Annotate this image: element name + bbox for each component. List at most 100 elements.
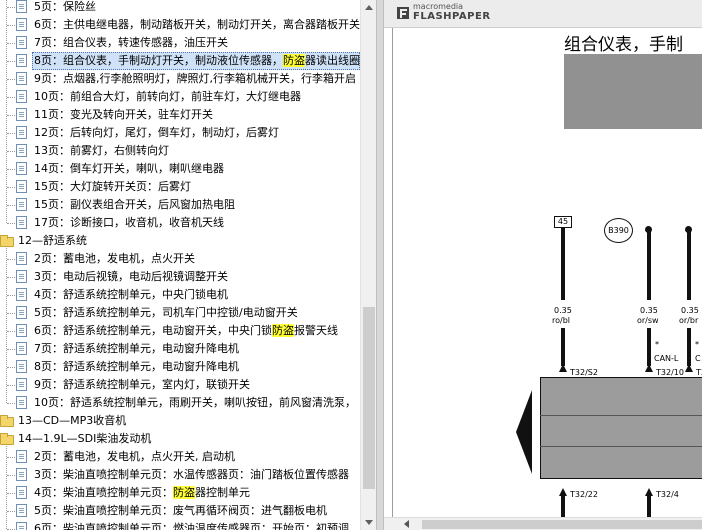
wire-2-lower bbox=[647, 328, 651, 366]
tree-item[interactable]: 15页：大灯旋转开关页：后雾灯 bbox=[0, 178, 360, 196]
tree-item-label: 15页：副仪表组合开关，后风窗加热电阻 bbox=[34, 196, 235, 214]
label-text: 2页：蓄电池，发电机，点火开关 bbox=[34, 252, 195, 265]
tree-item[interactable]: 5页：柴油直喷控制单元页：废气再循环阀页：进气翻板电机 bbox=[0, 502, 360, 520]
label-text: 4页：柴油直喷控制单元页： bbox=[34, 486, 173, 499]
tree-item[interactable]: 10页：舒适系统控制单元，雨刷开关，喇叭按钮，前风窗清洗泵， bbox=[0, 394, 360, 412]
label-text: 17页：诊断接口，收音机，收音机天线 bbox=[34, 216, 224, 229]
wire-2-upper bbox=[647, 230, 651, 300]
tree-item-label: 6页：柴油直喷控制单元页：燃油温度传感器页：开始页：初预调 bbox=[34, 520, 349, 530]
tree-item[interactable]: 4页：柴油直喷控制单元页：防盗器控制单元 bbox=[0, 484, 360, 502]
tree-connector bbox=[7, 475, 15, 476]
tree-item[interactable]: 7页：舒适系统控制单元，电动窗升降电机 bbox=[0, 340, 360, 358]
tree-item[interactable]: 6页：舒适系统控制单元，电动窗开关，中央门锁防盗报警天线 bbox=[0, 322, 360, 340]
page-icon bbox=[16, 108, 27, 121]
flashpaper-viewer: macromedia FLASHPAPER 组合仪表，手制 45 B390 0.… bbox=[384, 0, 702, 530]
folder-icon bbox=[0, 235, 14, 247]
tree-connector bbox=[7, 313, 15, 314]
wire-3-can: C bbox=[695, 354, 701, 363]
search-hit-highlight: 防盗 bbox=[272, 324, 294, 337]
label-text: 15页：大灯旋转开关页：后雾灯 bbox=[34, 180, 191, 193]
page-icon bbox=[16, 126, 27, 139]
label-text: 13页：前雾灯，右侧转向灯 bbox=[34, 144, 169, 157]
tree-item[interactable]: 7页：组合仪表，转速传感器，油压开关 bbox=[0, 34, 360, 52]
page-icon bbox=[16, 198, 27, 211]
tree-item[interactable]: 17页：诊断接口，收音机，收音机天线 bbox=[0, 214, 360, 232]
tree-item-label: 4页：柴油直喷控制单元页：防盗器控制单元 bbox=[34, 484, 250, 502]
flashpaper-logo-icon bbox=[397, 7, 409, 19]
tree-item[interactable]: 15页：副仪表组合开关，后风窗加热电阻 bbox=[0, 196, 360, 214]
folder-icon bbox=[0, 415, 14, 427]
tree-item-label: 13页：前雾灯，右侧转向灯 bbox=[34, 142, 169, 160]
label-text: 8页：组合仪表，手制动灯开关，制动液位传感器， bbox=[34, 54, 283, 67]
tree-connector bbox=[7, 331, 15, 332]
direction-arrow bbox=[516, 390, 532, 474]
module-divider bbox=[540, 446, 702, 447]
tree-item[interactable]: 12页：后转向灯，尾灯，倒车灯，制动灯，后雾灯 bbox=[0, 124, 360, 142]
tree-item[interactable]: 11页：变光及转向开关，驻车灯开关 bbox=[0, 106, 360, 124]
page-icon bbox=[16, 162, 27, 175]
scroll-up-button[interactable] bbox=[361, 0, 377, 16]
scroll-down-button[interactable] bbox=[361, 514, 377, 530]
pane-splitter[interactable] bbox=[376, 0, 384, 530]
label-text: 11页：变光及转向开关，驻车灯开关 bbox=[34, 108, 213, 121]
tree-item[interactable]: 6页：主供电继电器，制动踏板开关，制动灯开关，离合器踏板开关 bbox=[0, 16, 360, 34]
tree-folder[interactable]: 13—CD—MP3收音机 bbox=[0, 412, 360, 430]
tree-item[interactable]: 14页：倒车灯开关，喇叭，喇叭继电器 bbox=[0, 160, 360, 178]
tree-scrollbar[interactable] bbox=[360, 0, 377, 530]
tree-item[interactable]: 9页：点烟器,行李舱照明灯，牌照灯,行李箱机械开关，行李箱开启 bbox=[0, 70, 360, 88]
tree-item[interactable]: 8页：舒适系统控制单元，电动窗升降电机 bbox=[0, 358, 360, 376]
tree-item-label: 3页：电动后视镜，电动后视镜调整开关 bbox=[34, 268, 228, 286]
tree-item[interactable]: 8页：组合仪表，手制动灯开关，制动液位传感器，防盗器读出线圈 bbox=[0, 52, 360, 70]
tree-item[interactable]: 2页：蓄电池，发电机，点火开关, 启动机 bbox=[0, 448, 360, 466]
connector-circle-label: B390 bbox=[604, 218, 633, 243]
tree-item[interactable]: 5页：舒适系统控制单元，司机车门中控锁/电动窗开关 bbox=[0, 304, 360, 322]
label-text: 5页：保险丝 bbox=[34, 0, 96, 13]
viewer-horizontal-scrollbar[interactable] bbox=[384, 517, 702, 530]
page-icon bbox=[16, 252, 27, 265]
wire-2-bottom-pin: T32/4 bbox=[656, 490, 679, 499]
label-text: 3页：电动后视镜，电动后视镜调整开关 bbox=[34, 270, 228, 283]
tree-connector bbox=[7, 61, 15, 62]
wire-2-can: CAN-L bbox=[654, 354, 679, 363]
tree-item-label: 6页：舒适系统控制单元，电动窗开关，中央门锁防盗报警天线 bbox=[34, 322, 338, 340]
tree-item[interactable]: 5页：保险丝 bbox=[0, 0, 360, 16]
tree-item[interactable]: 10页：前组合大灯，前转向灯，前驻车灯，大灯继电器 bbox=[0, 88, 360, 106]
label-text: 6页：舒适系统控制单元，电动窗开关，中央门锁 bbox=[34, 324, 272, 337]
page-icon bbox=[16, 504, 27, 517]
tree-connector bbox=[7, 457, 15, 458]
tree-item[interactable]: 4页：舒适系统控制单元，中央门锁电机 bbox=[0, 286, 360, 304]
label-text: 13—CD—MP3收音机 bbox=[18, 414, 127, 427]
horizontal-scroll-thumb[interactable] bbox=[422, 520, 702, 529]
label-text: 5页：柴油直喷控制单元页：废气再循环阀页：进气翻板电机 bbox=[34, 504, 327, 517]
tree-folder[interactable]: 12—舒适系统 bbox=[0, 232, 360, 250]
page-icon bbox=[16, 324, 27, 337]
tree-item-label: 10页：舒适系统控制单元，雨刷开关，喇叭按钮，前风窗清洗泵， bbox=[34, 394, 356, 412]
tree-item[interactable]: 2页：蓄电池，发电机，点火开关 bbox=[0, 250, 360, 268]
tree-item[interactable]: 3页：电动后视镜，电动后视镜调整开关 bbox=[0, 268, 360, 286]
scroll-left-icon[interactable] bbox=[404, 520, 409, 528]
label-text: 10页：舒适系统控制单元，雨刷开关，喇叭按钮，前风窗清洗泵， bbox=[34, 396, 356, 409]
tree-item[interactable]: 6页：柴油直喷控制单元页：燃油温度传感器页：开始页：初预调 bbox=[0, 520, 360, 530]
tree-connector bbox=[7, 403, 15, 404]
tree-item-label: 2页：蓄电池，发电机，点火开关 bbox=[34, 250, 195, 268]
scroll-thumb[interactable] bbox=[363, 307, 375, 489]
label-text: 2页：蓄电池，发电机，点火开关, 启动机 bbox=[34, 450, 235, 463]
tree-connector bbox=[7, 133, 15, 134]
label-text: 9页：点烟器,行李舱照明灯，牌照灯,行李箱机械开关，行李箱开启 bbox=[34, 72, 356, 85]
tree-item[interactable]: 3页：柴油直喷控制单元页：水温传感器页：油门踏板位置传感器 bbox=[0, 466, 360, 484]
tree-item-label: 14—1.9L—SDI柴油发动机 bbox=[18, 430, 151, 448]
tree-item-label: 8页：舒适系统控制单元，电动窗升降电机 bbox=[34, 358, 239, 376]
tree-item[interactable]: 9页：舒适系统控制单元，室内灯，联锁开关 bbox=[0, 376, 360, 394]
tree-folder[interactable]: 14—1.9L—SDI柴油发动机 bbox=[0, 430, 360, 448]
label-text: 8页：舒适系统控制单元，电动窗升降电机 bbox=[34, 360, 239, 373]
search-hit-highlight: 防盗 bbox=[173, 486, 195, 499]
wire-3-gauge: 0.35 bbox=[681, 306, 699, 315]
wire-2-bottom-arrow bbox=[645, 488, 653, 496]
tree-item[interactable]: 13页：前雾灯，右侧转向灯 bbox=[0, 142, 360, 160]
tree-item-label: 8页：组合仪表，手制动灯开关，制动液位传感器，防盗器读出线圈 bbox=[34, 52, 360, 70]
bookmark-tree: 5页：保险丝 6页：主供电继电器，制动踏板开关，制动灯开关，离合器踏板开关 7页：组… bbox=[0, 0, 360, 530]
header-image-block bbox=[564, 54, 702, 129]
tree-connector bbox=[7, 7, 15, 8]
tree-item-label: 13—CD—MP3收音机 bbox=[18, 412, 126, 430]
page-icon bbox=[16, 486, 27, 499]
